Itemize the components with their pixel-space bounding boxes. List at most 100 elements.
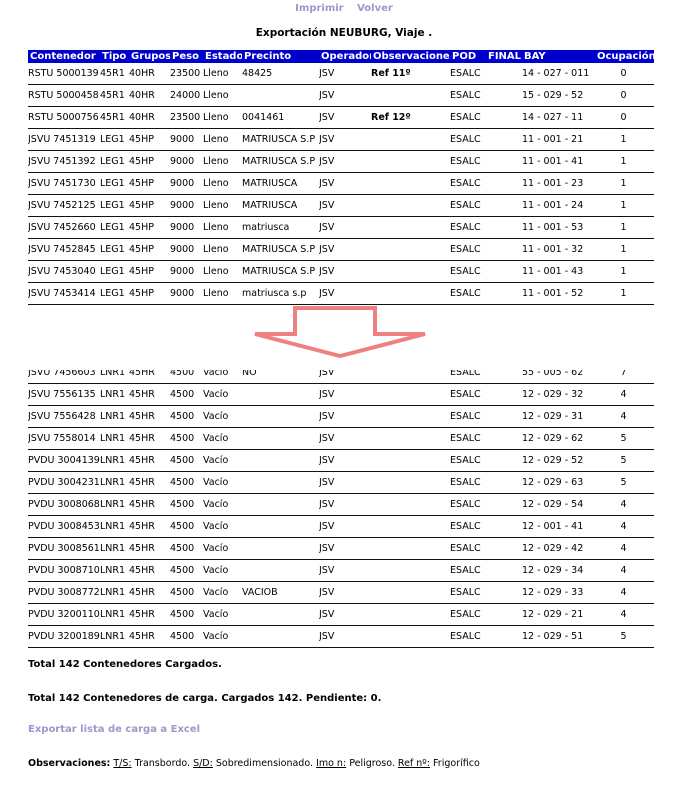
table-cell: 4500 bbox=[170, 383, 203, 406]
table-cell: 12 - 001 - 41 bbox=[522, 515, 595, 538]
table-cell bbox=[486, 260, 522, 283]
table-cell bbox=[242, 427, 319, 450]
table-cell: RSTU 5000139 bbox=[28, 63, 100, 85]
table-cell: 40HR bbox=[129, 84, 170, 107]
table-cell bbox=[486, 581, 522, 604]
table-cell: 23500 bbox=[170, 106, 203, 129]
legend-text: Transbordo. bbox=[134, 758, 191, 769]
table-cell bbox=[242, 559, 319, 582]
table-row: PVDU 3008068 LNR1 45HR 4500 Vacío JSV ESALC 12 … bbox=[28, 493, 654, 516]
table-cell: 4500 bbox=[170, 515, 203, 538]
print-link[interactable]: Imprimir bbox=[295, 3, 343, 14]
table-cell: 12 - 029 - 54 bbox=[522, 493, 595, 516]
table-cell: ESALC bbox=[450, 172, 486, 195]
table-cell: Lleno bbox=[203, 106, 242, 129]
table-cell: ESALC bbox=[450, 449, 486, 472]
back-link[interactable]: Volver bbox=[357, 3, 393, 14]
table-cell: JSV bbox=[319, 63, 371, 85]
table-cell: 45HR bbox=[129, 427, 170, 450]
table-cell bbox=[371, 537, 450, 560]
table-cell bbox=[486, 515, 522, 538]
table-cell: Lleno bbox=[203, 194, 242, 217]
table-cell: JSV bbox=[319, 383, 371, 406]
table-cell: Lleno bbox=[203, 216, 242, 239]
table-cell: ESALC bbox=[450, 427, 486, 450]
table-cell: JSVU 7451730 bbox=[28, 172, 100, 195]
table-cell: LNR1 bbox=[100, 449, 129, 472]
table-cell: 45HR bbox=[129, 493, 170, 516]
table-cell: Vacío bbox=[203, 471, 242, 494]
table-cell: JSV bbox=[319, 471, 371, 494]
table-cell: Lleno bbox=[203, 260, 242, 283]
table-cell: ESALC bbox=[450, 493, 486, 516]
table-cell: LEG1 bbox=[100, 150, 129, 173]
table-cell: Ref 12º bbox=[371, 106, 450, 129]
legend-code: Ref nº: bbox=[397, 758, 430, 769]
legend-text: Sobredimensionado. bbox=[215, 758, 314, 769]
table-cell: 11 - 001 - 24 bbox=[522, 194, 595, 217]
table-cell: 4500 bbox=[170, 449, 203, 472]
table-cell: LNR1 bbox=[100, 405, 129, 428]
table-cell: Vacío bbox=[203, 405, 242, 428]
table-cell: 12 - 029 - 32 bbox=[522, 383, 595, 406]
col-header: Peso bbox=[170, 50, 203, 63]
table-cell bbox=[486, 471, 522, 494]
table-cell: PVDU 3008561 bbox=[28, 537, 100, 560]
table-cell: 5 bbox=[595, 449, 654, 472]
table-cell: JSV bbox=[319, 493, 371, 516]
table-cell: ESALC bbox=[450, 238, 486, 261]
table-cell: 40HR bbox=[129, 63, 170, 85]
table-cell bbox=[371, 150, 450, 173]
table-cell bbox=[242, 625, 319, 648]
table-cell: Vacío bbox=[203, 537, 242, 560]
table-cell: 1 bbox=[595, 260, 654, 283]
load-summary: Total 142 Contenedores de carga. Cargado… bbox=[28, 693, 382, 704]
table-cell: Vacío bbox=[203, 449, 242, 472]
table-cell: JSV bbox=[319, 216, 371, 239]
table-cell: PVDU 3008453 bbox=[28, 515, 100, 538]
table-cell: LNR1 bbox=[100, 625, 129, 648]
table-cell: 11 - 001 - 41 bbox=[522, 150, 595, 173]
observations-label: Observaciones: bbox=[28, 758, 111, 769]
table-cell: ESALC bbox=[450, 471, 486, 494]
table-cell: 9000 bbox=[170, 194, 203, 217]
table-cell: 1 bbox=[595, 216, 654, 239]
table-cell: PVDU 3004139 bbox=[28, 449, 100, 472]
table-cell: MATRIUSCA S.P bbox=[242, 150, 319, 173]
table-cell bbox=[486, 493, 522, 516]
table-cell: 45HR bbox=[129, 581, 170, 604]
table-cell: JSV bbox=[319, 625, 371, 648]
down-arrow-icon bbox=[254, 306, 426, 358]
table-cell: 1 bbox=[595, 194, 654, 217]
table-cell: Lleno bbox=[203, 282, 242, 305]
table-row: PVDU 3008561 LNR1 45HR 4500 Vacío JSV ESALC 12 … bbox=[28, 537, 654, 560]
table-cell: 45HP bbox=[129, 216, 170, 239]
table-cell bbox=[371, 282, 450, 305]
export-excel-link[interactable]: Exportar lista de carga a Excel bbox=[28, 724, 200, 735]
table-cell: JSV bbox=[319, 515, 371, 538]
legend-code: S/D: bbox=[193, 758, 213, 769]
table-cell: 1 bbox=[595, 172, 654, 195]
table-cell: JSV bbox=[319, 150, 371, 173]
table-cell bbox=[242, 537, 319, 560]
table-cell: 4500 bbox=[170, 625, 203, 648]
table-cell: VACIOB bbox=[242, 581, 319, 604]
table-header-row: Contenedor Tipo Grupos Peso Estado Preci… bbox=[28, 50, 654, 63]
table-row: JSVU 7453040 LEG1 45HP 9000 Lleno MATRIUSCA S… bbox=[28, 260, 654, 283]
table-cell: LEG1 bbox=[100, 216, 129, 239]
table-cell: 45HR bbox=[129, 383, 170, 406]
col-header: BAY bbox=[522, 50, 595, 63]
table-cell: 4 bbox=[595, 515, 654, 538]
table-cell: matriusca bbox=[242, 216, 319, 239]
col-header: Operador bbox=[319, 50, 371, 63]
table-row: JSVU 7452660 LEG1 45HP 9000 Lleno matriusca JS… bbox=[28, 216, 654, 239]
table-cell: 45HR bbox=[129, 471, 170, 494]
table-cell: Ref 11º bbox=[371, 63, 450, 85]
table-cell: JSVU 7452660 bbox=[28, 216, 100, 239]
table-cell: Vacío bbox=[203, 581, 242, 604]
table-cell: 5 bbox=[595, 427, 654, 450]
col-header: POD bbox=[450, 50, 486, 63]
table-row: RSTU 5000139 45R1 40HR 23500 Lleno 48425 JSV Re… bbox=[28, 63, 654, 85]
table-cell: ESALC bbox=[450, 84, 486, 107]
table-cell: 23500 bbox=[170, 63, 203, 85]
